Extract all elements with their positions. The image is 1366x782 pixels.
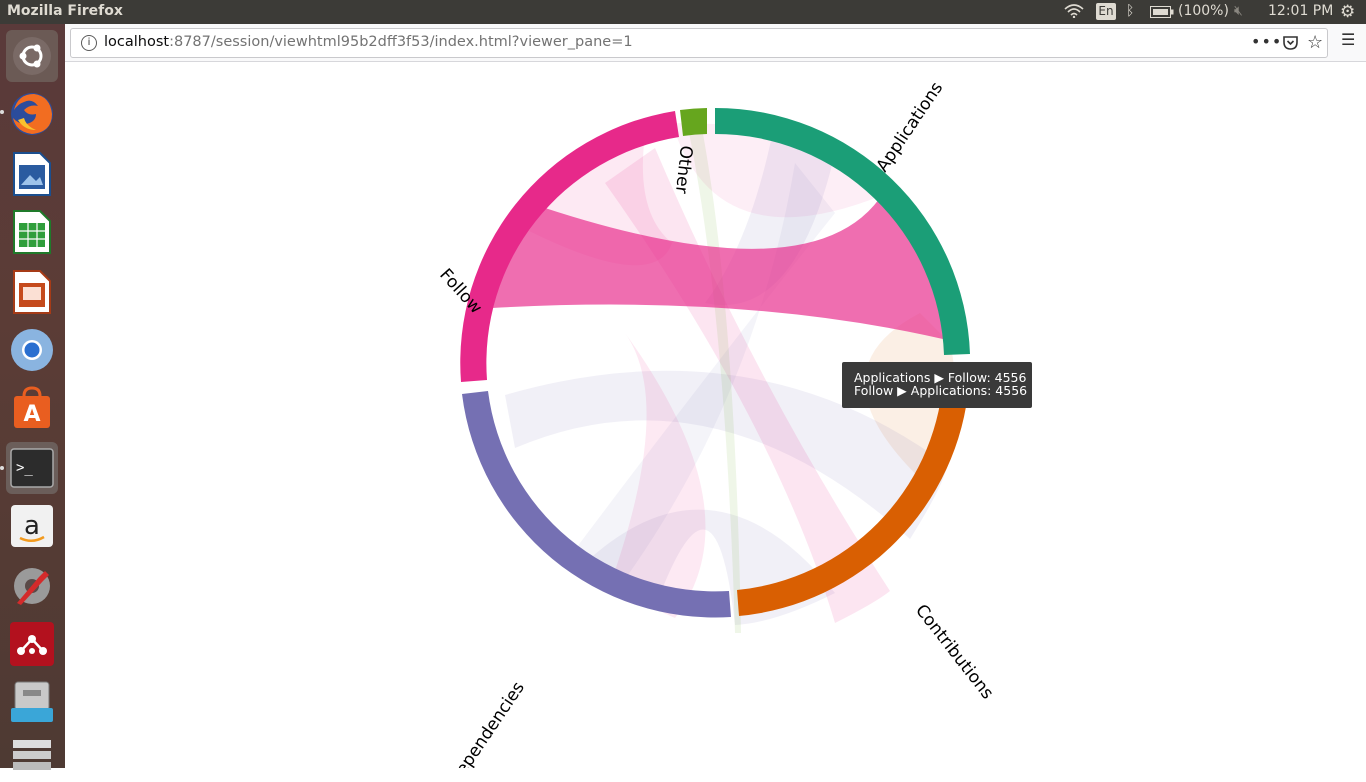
wifi-icon[interactable]: [1064, 4, 1084, 22]
amazon-icon[interactable]: a: [6, 500, 58, 552]
hamburger-menu-icon[interactable]: ☰: [1341, 30, 1355, 49]
terminal-icon[interactable]: >_: [6, 442, 58, 494]
launcher: A >_ a: [0, 24, 65, 770]
tooltip-line-2: Follow ▶ Applications: 4556: [854, 382, 1028, 398]
mendeley-icon[interactable]: [6, 618, 58, 670]
svg-text:a: a: [24, 511, 40, 541]
label-dependencies: Dependencies: [445, 678, 529, 768]
page-actions-icon[interactable]: •••: [1251, 32, 1282, 51]
top-panel: Mozilla Firefox En ᛒ (100%) 🔇︎ 12:01 PM …: [0, 0, 1366, 24]
label-other: Other: [671, 144, 696, 194]
browser-toolbar: i localhost:8787/session/viewhtml95b2dff…: [65, 24, 1366, 62]
label-contributions: Contributions: [911, 601, 997, 704]
label-applications: Applications: [873, 78, 948, 175]
system-settings-icon[interactable]: [6, 560, 58, 612]
keyboard-layout-indicator[interactable]: En: [1096, 3, 1116, 20]
bluetooth-icon[interactable]: ᛒ: [1126, 3, 1134, 19]
software-center-icon[interactable]: A: [6, 382, 58, 434]
battery-icon[interactable]: [1150, 6, 1174, 22]
clock[interactable]: 12:01 PM: [1268, 3, 1333, 19]
libreoffice-impress-icon[interactable]: [6, 266, 58, 318]
chord-diagram: Applications Contributions Dependencies …: [435, 78, 997, 768]
chromium-icon[interactable]: [6, 324, 58, 376]
url-text[interactable]: localhost:8787/session/viewhtml95b2dff3f…: [104, 34, 633, 50]
url-path: :8787/session/viewhtml95b2dff3f53/index.…: [169, 34, 633, 50]
running-indicator: [0, 466, 4, 470]
firefox-icon[interactable]: [6, 88, 58, 140]
libreoffice-calc-icon[interactable]: [6, 206, 58, 258]
window-title: Mozilla Firefox: [7, 3, 123, 19]
arc-other[interactable]: [680, 108, 707, 136]
viewer-content: Applications Contributions Dependencies …: [65, 62, 1366, 768]
svg-text:>_: >_: [16, 460, 33, 476]
pocket-icon[interactable]: [1283, 35, 1298, 50]
url-host: localhost: [104, 34, 170, 50]
libreoffice-writer-icon[interactable]: [6, 148, 58, 200]
session-gear-icon[interactable]: ⚙: [1340, 2, 1355, 22]
running-indicator: [0, 110, 4, 114]
svg-text:A: A: [23, 402, 40, 427]
bookmark-star-icon[interactable]: ☆: [1307, 32, 1323, 53]
battery-percentage[interactable]: (100%): [1178, 3, 1229, 19]
files-manager-icon[interactable]: [6, 676, 58, 728]
volume-muted-icon[interactable]: 🔇︎: [1234, 3, 1243, 19]
chord-tooltip: Applications ▶ Follow: 4556 Follow ▶ App…: [842, 362, 1032, 408]
site-info-icon[interactable]: i: [81, 35, 97, 51]
ubuntu-dash-icon[interactable]: [6, 30, 58, 82]
workspace-switcher-icon[interactable]: [6, 730, 58, 782]
url-bar[interactable]: i localhost:8787/session/viewhtml95b2dff…: [70, 28, 1328, 58]
